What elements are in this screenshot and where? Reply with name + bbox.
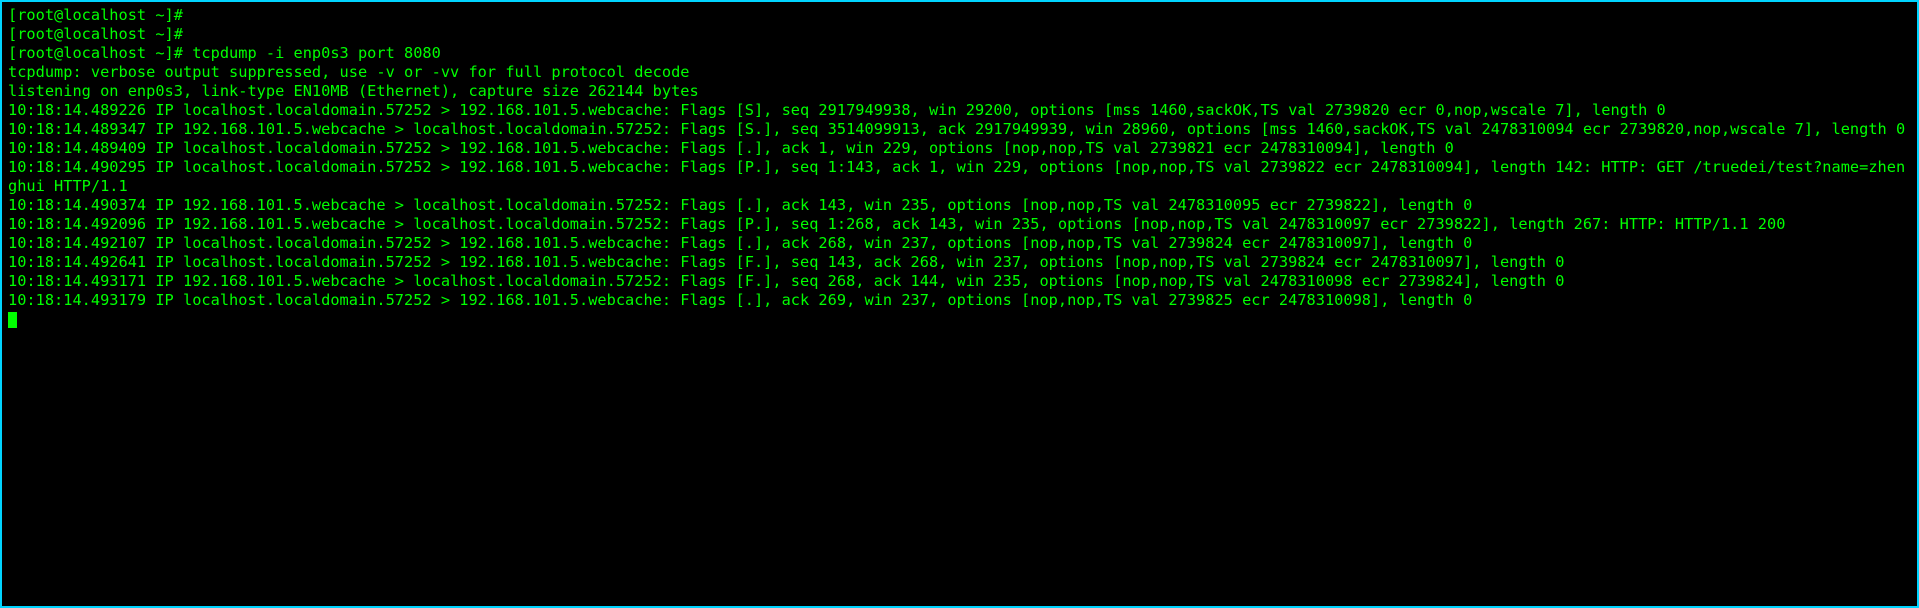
command-text	[183, 25, 192, 43]
terminal-window[interactable]: [root@localhost ~]# [root@localhost ~]# …	[0, 0, 1919, 608]
output-line: 10:18:14.489347 IP 192.168.101.5.webcach…	[8, 120, 1911, 139]
command-text	[183, 6, 192, 24]
output-line: 10:18:14.492096 IP 192.168.101.5.webcach…	[8, 215, 1911, 234]
prompt-line: [root@localhost ~]# tcpdump -i enp0s3 po…	[8, 44, 1911, 63]
terminal-cursor	[8, 312, 17, 328]
output-line: 10:18:14.489226 IP localhost.localdomain…	[8, 101, 1911, 120]
output-line: 10:18:14.489409 IP localhost.localdomain…	[8, 139, 1911, 158]
output-line: 10:18:14.490374 IP 192.168.101.5.webcach…	[8, 196, 1911, 215]
output-line: 10:18:14.493179 IP localhost.localdomain…	[8, 291, 1911, 310]
output-line: listening on enp0s3, link-type EN10MB (E…	[8, 82, 1911, 101]
prompt-line: [root@localhost ~]#	[8, 6, 1911, 25]
output-line: 10:18:14.493171 IP 192.168.101.5.webcach…	[8, 272, 1911, 291]
prompt-line: [root@localhost ~]#	[8, 25, 1911, 44]
output-line: 10:18:14.492107 IP localhost.localdomain…	[8, 234, 1911, 253]
shell-prompt: [root@localhost ~]#	[8, 44, 183, 62]
output-line: 10:18:14.490295 IP localhost.localdomain…	[8, 158, 1911, 196]
shell-prompt: [root@localhost ~]#	[8, 6, 183, 24]
output-line: 10:18:14.492641 IP localhost.localdomain…	[8, 253, 1911, 272]
shell-prompt: [root@localhost ~]#	[8, 25, 183, 43]
output-line: tcpdump: verbose output suppressed, use …	[8, 63, 1911, 82]
command-text: tcpdump -i enp0s3 port 8080	[183, 44, 441, 62]
